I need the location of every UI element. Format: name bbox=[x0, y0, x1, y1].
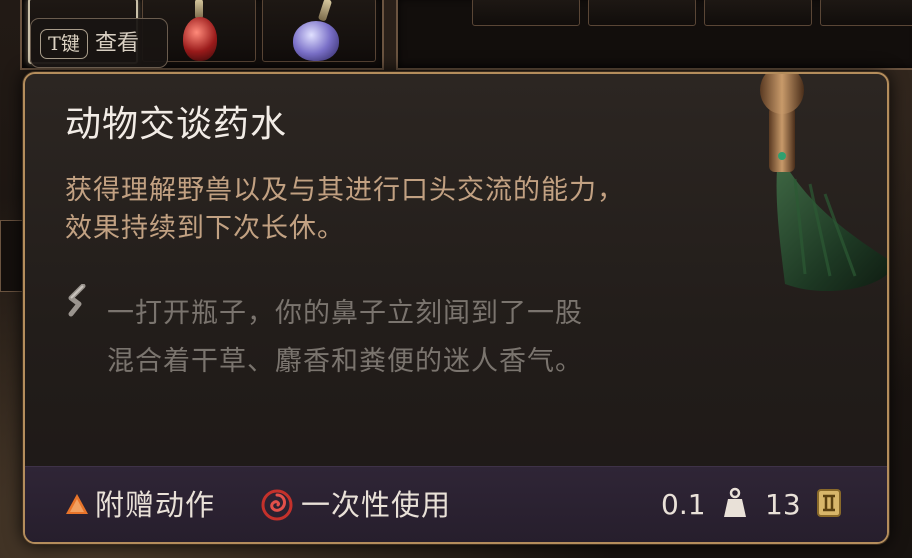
item-description: 获得理解野兽以及与其进行口头交流的能力，效果持续到下次长休。 bbox=[65, 175, 625, 244]
item-tooltip: 动物交谈药水 获得理解野兽以及与其进行口头交流的能力，效果持续到下次长休。 一打… bbox=[23, 72, 889, 544]
item-gold-value: 13 bbox=[765, 488, 801, 521]
equipment-slot[interactable] bbox=[588, 0, 696, 26]
item-properties-bar: 附赠动作 一次性使用 0.1 13 bbox=[25, 466, 887, 542]
spiral-consumable-icon bbox=[261, 489, 293, 521]
tag-single-use: 一次性使用 bbox=[301, 488, 452, 522]
equipment-slot[interactable] bbox=[704, 0, 812, 26]
red-potion-icon bbox=[183, 17, 217, 61]
equipment-slot[interactable] bbox=[820, 0, 912, 26]
inventory-slot[interactable] bbox=[262, 0, 376, 62]
bonus-action-triangle-icon bbox=[66, 494, 88, 514]
key-hint: T键 查看 bbox=[30, 18, 168, 68]
potion-bottle-art bbox=[760, 74, 887, 292]
key-hint-label: 查看 bbox=[95, 31, 140, 56]
weight-icon bbox=[724, 487, 746, 517]
item-weight-value: 0.1 bbox=[661, 488, 706, 521]
t-key-icon: T键 bbox=[40, 29, 88, 59]
tag-bonus-action: 附赠动作 bbox=[95, 488, 216, 522]
purple-potion-icon bbox=[293, 21, 339, 61]
item-name: 动物交谈药水 bbox=[65, 104, 288, 145]
equipment-panel bbox=[396, 0, 912, 70]
gold-coin-icon bbox=[817, 489, 841, 517]
item-flavor-text: 一打开瓶子，你的鼻子立刻闻到了一股混合着干草、麝香和粪便的迷人香气。 bbox=[107, 298, 583, 377]
equipment-slot[interactable] bbox=[472, 0, 580, 26]
quill-icon bbox=[68, 284, 86, 317]
